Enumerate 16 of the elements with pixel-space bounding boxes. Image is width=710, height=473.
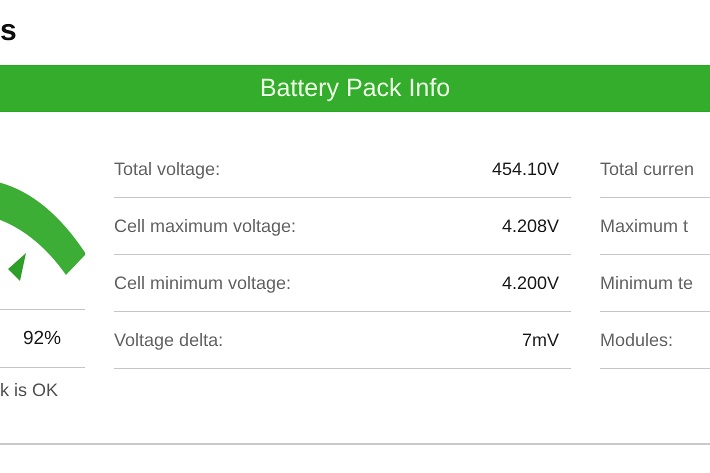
row-label: Voltage delta: (114, 330, 224, 350)
row-label: Cell maximum voltage: (114, 216, 296, 236)
row-label: Cell minimum voltage: (114, 272, 292, 294)
row-value: 4.208V (502, 216, 560, 236)
row-value: 4.200V (502, 272, 560, 294)
row-label: Total voltage: (114, 158, 220, 180)
page-title: s (0, 13, 18, 49)
row-value: 7mV (522, 330, 560, 350)
status-text: k is OK (0, 380, 60, 401)
row-value: 454.10V (492, 158, 560, 180)
section-header: Battery Pack Info (0, 65, 710, 112)
charge-value: 92% (22, 328, 61, 350)
row-label: Modules: (600, 330, 674, 350)
row-label: Maximum t (600, 216, 688, 236)
row-label: Minimum te (600, 272, 694, 294)
row-label: Total curren (600, 158, 694, 180)
